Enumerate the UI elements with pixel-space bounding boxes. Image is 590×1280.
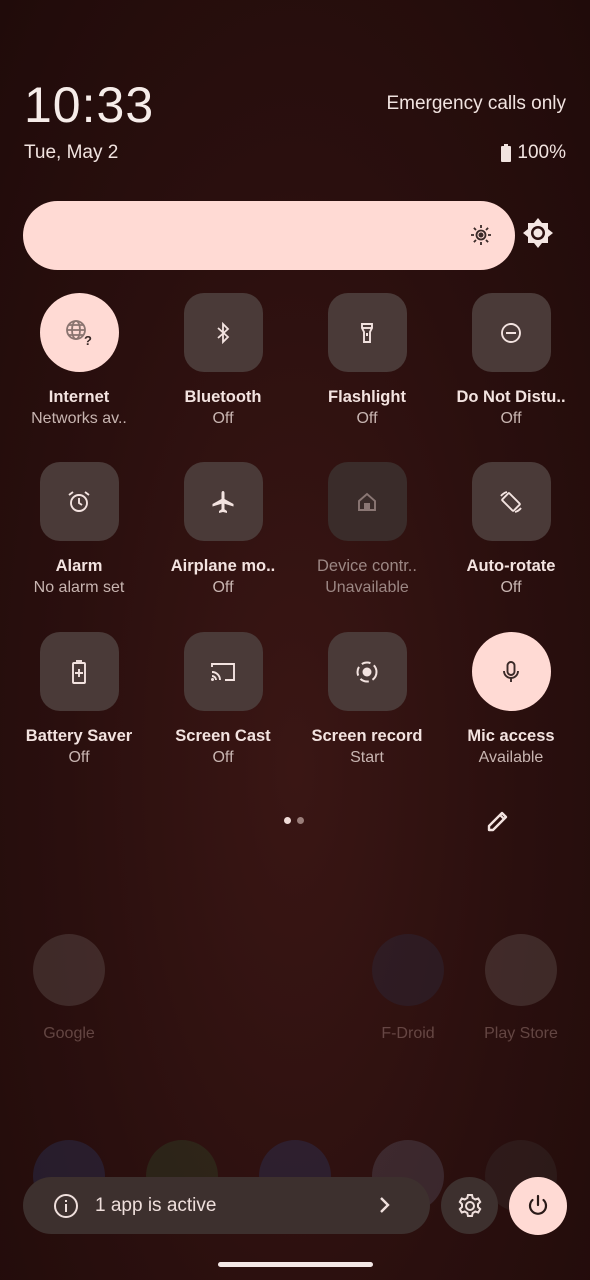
- tile-status: Unavailable: [325, 579, 409, 596]
- power-button[interactable]: [509, 1177, 567, 1235]
- screen-record-toggle[interactable]: [327, 632, 407, 711]
- tile-status: No alarm set: [33, 579, 125, 596]
- settings-button[interactable]: [441, 1177, 498, 1234]
- auto-rotate-toggle[interactable]: [471, 462, 551, 541]
- globe-question-icon: ?: [64, 318, 94, 348]
- tile-label: Do Not Distu..: [456, 388, 566, 406]
- home-indicator[interactable]: [218, 1262, 373, 1267]
- bg-app-label: F-Droid: [381, 1025, 435, 1042]
- google-app-icon: [33, 934, 105, 1006]
- tile-label: Alarm: [55, 557, 103, 575]
- tile-label: Device contr..: [317, 557, 417, 575]
- edit-pencil-icon[interactable]: [484, 807, 512, 835]
- clock[interactable]: 10:33: [24, 76, 154, 134]
- bg-app-label: Google: [43, 1025, 95, 1042]
- airplane-toggle[interactable]: [183, 462, 263, 541]
- active-apps-label: 1 app is active: [95, 1194, 217, 1216]
- tile-status: Off: [212, 579, 234, 596]
- tile-label: Auto-rotate: [466, 557, 556, 575]
- internet-toggle[interactable]: ?: [39, 293, 119, 372]
- bluetooth-toggle[interactable]: [183, 293, 263, 372]
- brightness-icon: [471, 225, 491, 245]
- tile-status: Off: [212, 410, 234, 427]
- alarm-icon: [66, 489, 92, 515]
- tile-status: Off: [500, 410, 522, 427]
- tile-status: Off: [356, 410, 378, 427]
- tile-status: Off: [500, 579, 522, 596]
- tile-screen-record[interactable]: Screen record Start: [295, 632, 439, 767]
- flashlight-toggle[interactable]: [327, 293, 407, 372]
- brightness-slider[interactable]: [23, 201, 515, 270]
- tile-screen-cast[interactable]: Screen Cast Off: [151, 632, 295, 767]
- tile-status: Networks av..: [31, 410, 127, 427]
- bg-app-label: Play Store: [484, 1025, 558, 1042]
- background-wallpaper: [0, 0, 1, 1]
- tile-battery-saver[interactable]: Battery Saver Off: [7, 632, 151, 767]
- page-dot: [297, 817, 304, 824]
- network-status: Emergency calls only: [386, 93, 566, 114]
- tile-label: Mic access: [467, 727, 555, 745]
- svg-text:?: ?: [84, 333, 92, 348]
- tile-bluetooth[interactable]: Bluetooth Off: [151, 293, 295, 428]
- screen-cast-toggle[interactable]: [183, 632, 263, 711]
- flashlight-icon: [356, 322, 378, 344]
- info-icon: [54, 1193, 78, 1218]
- auto-rotate-icon: [498, 489, 524, 515]
- power-icon: [528, 1194, 548, 1215]
- tile-status: Start: [350, 749, 384, 766]
- tile-auto-rotate[interactable]: Auto-rotate Off: [439, 462, 583, 597]
- auto-brightness-icon[interactable]: [521, 216, 555, 250]
- tile-label: Screen Cast: [175, 727, 271, 745]
- tile-label: Bluetooth: [184, 388, 262, 406]
- chevron-right-icon: [380, 1197, 390, 1213]
- tile-internet[interactable]: ? Internet Networks av..: [7, 293, 151, 428]
- mic-access-toggle[interactable]: [471, 632, 551, 711]
- battery-icon: [501, 144, 512, 162]
- active-apps-button[interactable]: 1 app is active: [23, 1177, 430, 1234]
- tile-label: Airplane mo..: [170, 557, 276, 575]
- battery-percent: 100%: [517, 142, 566, 163]
- tile-status: Available: [478, 749, 544, 766]
- date[interactable]: Tue, May 2: [24, 142, 118, 164]
- tile-device-controls[interactable]: Device contr.. Unavailable: [295, 462, 439, 597]
- device-controls-toggle[interactable]: [327, 462, 407, 541]
- home-icon: [356, 491, 378, 513]
- tile-status: Off: [212, 749, 234, 766]
- tile-label: Flashlight: [328, 388, 406, 406]
- airplane-icon: [210, 489, 236, 515]
- cast-icon: [209, 660, 237, 684]
- tile-mic-access[interactable]: Mic access Available: [439, 632, 583, 767]
- page-dot-active: [284, 817, 291, 824]
- alarm-toggle[interactable]: [39, 462, 119, 541]
- screen-record-icon: [354, 659, 380, 685]
- battery-saver-icon: [68, 659, 90, 685]
- gear-icon: [458, 1193, 481, 1217]
- page-indicator: [284, 817, 304, 824]
- dnd-toggle[interactable]: [471, 293, 551, 372]
- tile-alarm[interactable]: Alarm No alarm set: [7, 462, 151, 597]
- battery-status: 100%: [501, 142, 566, 164]
- play-store-app-icon: [485, 934, 557, 1006]
- do-not-disturb-icon: [499, 321, 523, 345]
- battery-saver-toggle[interactable]: [39, 632, 119, 711]
- tile-label: Screen record: [311, 727, 423, 745]
- bluetooth-icon: [212, 321, 234, 344]
- microphone-icon: [499, 659, 523, 685]
- tile-flashlight[interactable]: Flashlight Off: [295, 293, 439, 428]
- tile-status: Off: [68, 749, 90, 766]
- tile-label: Internet: [48, 388, 110, 406]
- tile-label: Battery Saver: [25, 727, 133, 745]
- tile-dnd[interactable]: Do Not Distu.. Off: [439, 293, 583, 428]
- f-droid-app-icon: [372, 934, 444, 1006]
- tile-airplane[interactable]: Airplane mo.. Off: [151, 462, 295, 597]
